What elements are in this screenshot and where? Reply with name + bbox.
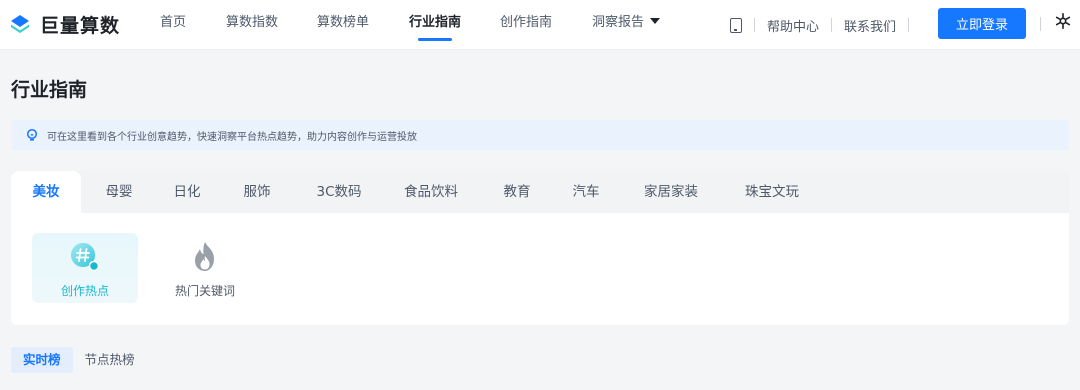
tab-realtime-ranking[interactable]: 实时榜 bbox=[11, 347, 73, 373]
industry-card: 美妆 母婴 日化 服饰 3C数码 食品饮料 教育 汽车 家居家装 珠宝文玩 创作… bbox=[11, 171, 1069, 325]
ranking-subtabs: 实时榜 节点热榜 bbox=[11, 347, 147, 373]
divider bbox=[831, 18, 833, 32]
tab-daily-chemicals[interactable]: 日化 bbox=[167, 171, 207, 213]
brand-name: 巨量算数 bbox=[40, 14, 121, 37]
creation-hotspot-label: 创作热点 bbox=[60, 284, 109, 298]
help-center-link[interactable]: 帮助中心 bbox=[767, 16, 819, 35]
contact-us-link[interactable]: 联系我们 bbox=[844, 16, 896, 35]
tab-automobile[interactable]: 汽车 bbox=[566, 171, 606, 213]
nav-industry-guide[interactable]: 行业指南 bbox=[409, 0, 461, 50]
tab-apparel[interactable]: 服饰 bbox=[237, 171, 277, 213]
logo-icon bbox=[11, 15, 29, 33]
tab-jewelry-collectibles[interactable]: 珠宝文玩 bbox=[736, 171, 808, 213]
divider bbox=[754, 18, 755, 32]
nav-home[interactable]: 首页 bbox=[160, 0, 186, 50]
hashtag-search-icon bbox=[71, 243, 100, 272]
hot-keywords-label: 热门关键词 bbox=[174, 284, 235, 298]
category-tabs: 美妆 母婴 日化 服饰 3C数码 食品饮料 教育 汽车 家居家装 珠宝文玩 bbox=[11, 171, 1069, 213]
hot-keywords-card[interactable]: 热门关键词 bbox=[152, 233, 258, 303]
mobile-icon[interactable] bbox=[730, 17, 742, 33]
notice-text: 可在这里看到各个行业创意趋势，快速洞察平台热点趋势，助力内容创作与运营投放 bbox=[47, 131, 417, 143]
tab-education[interactable]: 教育 bbox=[497, 171, 537, 213]
nav-creation-guide[interactable]: 创作指南 bbox=[500, 0, 552, 50]
divider bbox=[1040, 17, 1041, 31]
tab-3c-digital[interactable]: 3C数码 bbox=[309, 171, 369, 213]
top-navigation-bar: 巨量算数 首页 算数指数 算数榜单 行业指南 创作指南 洞察报告 帮助中心 联系… bbox=[0, 0, 1080, 50]
nav-index[interactable]: 算数指数 bbox=[226, 0, 278, 50]
header-tools: 帮助中心 联系我们 bbox=[730, 0, 921, 50]
nav-insight-report-label: 洞察报告 bbox=[592, 15, 645, 30]
tab-mother-baby[interactable]: 母婴 bbox=[99, 171, 139, 213]
brand-logo[interactable]: 巨量算数 bbox=[8, 9, 120, 39]
tab-festival-ranking[interactable]: 节点热榜 bbox=[73, 347, 147, 373]
flame-icon bbox=[195, 242, 214, 271]
tab-food-beverage[interactable]: 食品饮料 bbox=[395, 171, 467, 213]
creation-hotspot-card[interactable]: 创作热点 bbox=[32, 233, 138, 303]
login-button[interactable]: 立即登录 bbox=[938, 8, 1026, 39]
divider bbox=[908, 18, 910, 32]
settings-icon[interactable] bbox=[1054, 12, 1072, 30]
nav-insight-report[interactable]: 洞察报告 bbox=[592, 0, 661, 50]
info-notice: 可在这里看到各个行业创意趋势，快速洞察平台热点趋势，助力内容创作与运营投放 bbox=[11, 120, 1069, 150]
tab-beauty[interactable]: 美妆 bbox=[11, 171, 81, 213]
tab-home-furnishing[interactable]: 家居家装 bbox=[635, 171, 707, 213]
nav-ranking[interactable]: 算数榜单 bbox=[317, 0, 369, 50]
page-title: 行业指南 bbox=[11, 79, 88, 101]
lightbulb-icon bbox=[26, 128, 38, 141]
caret-down-icon bbox=[650, 18, 661, 24]
